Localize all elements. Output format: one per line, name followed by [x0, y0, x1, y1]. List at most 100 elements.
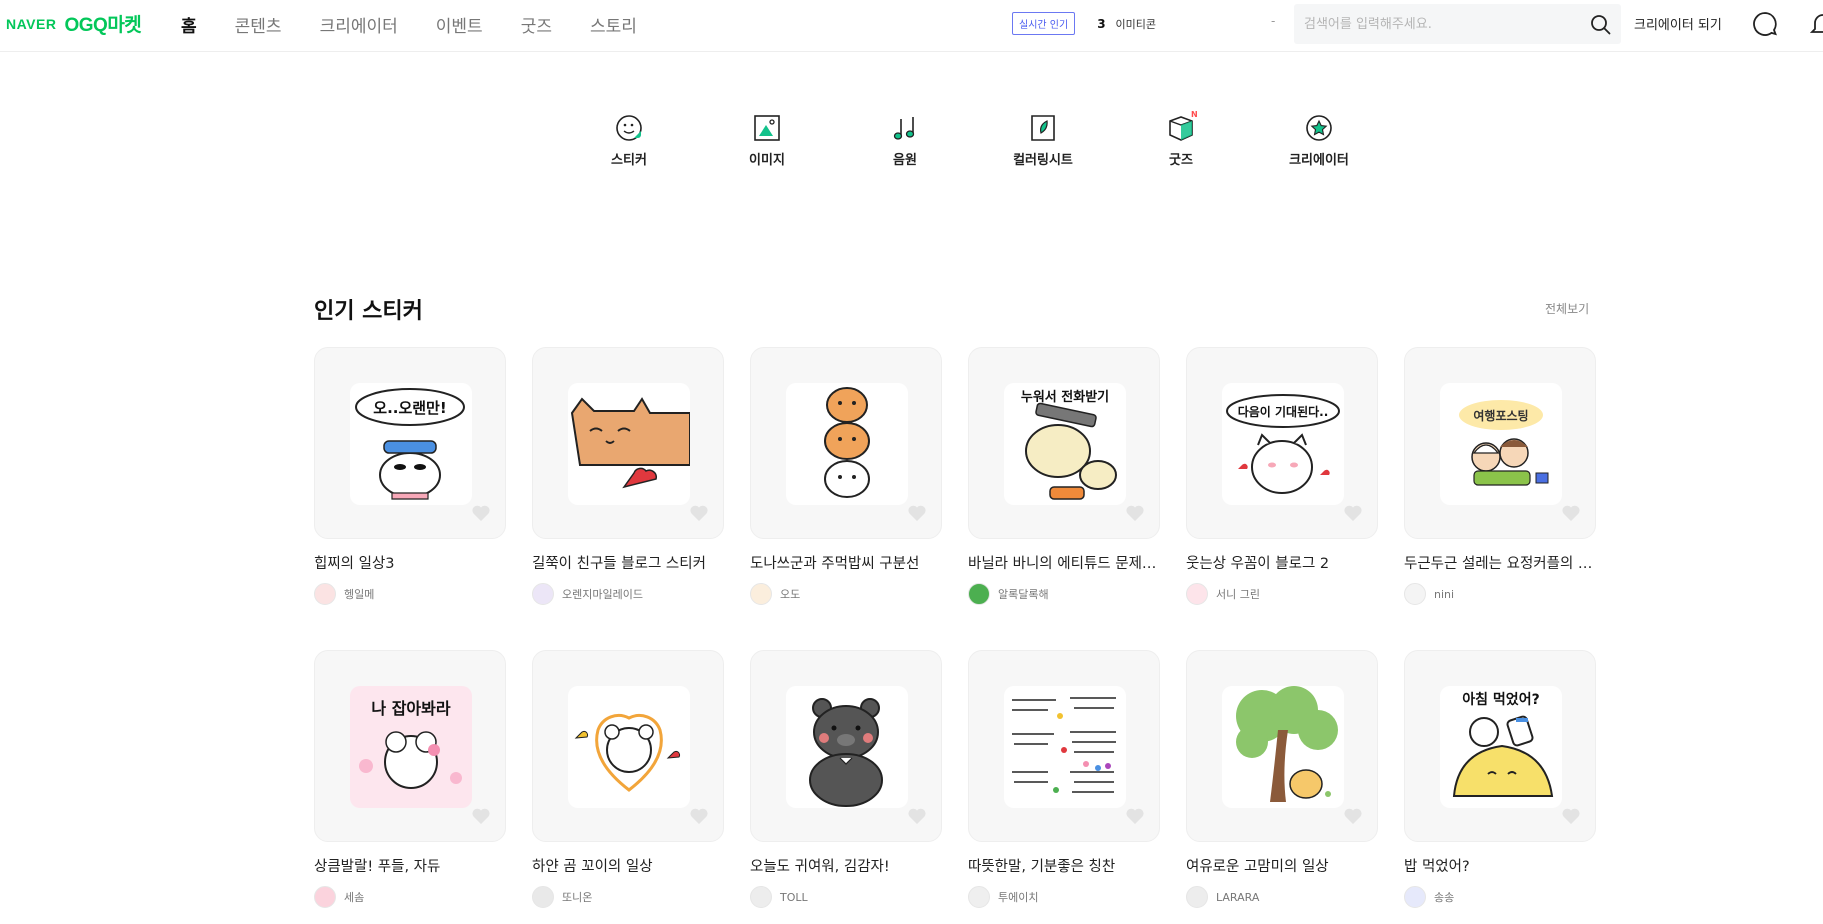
become-creator-link[interactable]: 크리에이터 되기 — [1634, 14, 1722, 33]
sticker-title[interactable]: 길쭉이 친구들 블로그 스티커 — [532, 552, 724, 573]
sticker-thumbnail[interactable] — [532, 347, 724, 539]
heart-icon[interactable] — [471, 504, 491, 526]
bell-icon[interactable] — [1809, 11, 1823, 41]
sticker-card[interactable]: 나 잡아봐라 상큼발랄! 푸들, 자듀 세솜 — [314, 650, 506, 908]
heart-icon[interactable] — [1125, 807, 1145, 829]
avatar — [968, 886, 990, 908]
heart-icon[interactable] — [1561, 807, 1581, 829]
nav-home[interactable]: 홈 — [181, 12, 197, 37]
sticker-author[interactable]: 오렌지마일레이드 — [532, 583, 724, 605]
nav-goods[interactable]: 굿즈 — [521, 12, 552, 37]
realtime-trend[interactable]: 실시간 인기 3 이미티콘 — [1012, 12, 1156, 35]
sticker-author[interactable]: 투에이치 — [968, 886, 1160, 908]
sticker-thumbnail[interactable]: 다음이 기대된다.. — [1186, 347, 1378, 539]
logo-naver: NAVER — [6, 15, 57, 32]
heart-icon[interactable] — [907, 807, 927, 829]
category-label: 음원 — [893, 153, 917, 168]
sticker-thumbnail[interactable] — [750, 650, 942, 842]
sticker-title[interactable]: 밥 먹었어? — [1404, 855, 1596, 876]
sticker-thumbnail[interactable] — [750, 347, 942, 539]
sticker-card[interactable]: 길쭉이 친구들 블로그 스티커 오렌지마일레이드 — [532, 347, 724, 605]
sticker-author[interactable]: 서니 그린 — [1186, 583, 1378, 605]
sticker-thumbnail[interactable]: 나 잡아봐라 — [314, 650, 506, 842]
sticker-title[interactable]: 두근두근 설레는 요정커플의 … — [1404, 552, 1596, 573]
category-creator[interactable]: 크리에이터 — [1250, 113, 1388, 168]
category-menu: 스티커 이미지 음원 컬러링시트 N 굿즈 크리에이터 — [560, 110, 1388, 168]
sticker-image — [568, 686, 690, 808]
author-name: 서니 그린 — [1216, 588, 1260, 601]
sticker-image — [568, 383, 690, 505]
sticker-thumbnail[interactable] — [968, 650, 1160, 842]
sticker-card[interactable]: 도나쓰군과 주먹밥씨 구분선 오도 — [750, 347, 942, 605]
sticker-thumbnail[interactable]: 오..오랜만! — [314, 347, 506, 539]
category-goods[interactable]: N 굿즈 — [1112, 110, 1250, 168]
avatar — [750, 886, 772, 908]
sticker-title[interactable]: 웃는상 우꼼이 블로그 2 — [1186, 552, 1378, 573]
sticker-title[interactable]: 힙찌의 일상3 — [314, 552, 506, 573]
logo[interactable]: NAVER OGQ마켓 — [6, 10, 142, 37]
sticker-thumbnail[interactable] — [1186, 650, 1378, 842]
category-coloring[interactable]: 컬러링시트 — [974, 113, 1112, 168]
heart-icon[interactable] — [1343, 807, 1363, 829]
sticker-title[interactable]: 상큼발랄! 푸들, 자듀 — [314, 855, 506, 876]
nav-creator[interactable]: 크리에이터 — [320, 12, 398, 37]
sticker-thumbnail[interactable]: 아침 먹었어? — [1404, 650, 1596, 842]
sticker-card[interactable]: 여행포스팅 두근두근 설레는 요정커플의 … nini — [1404, 347, 1596, 605]
sticker-image: 오..오랜만! — [350, 383, 472, 505]
heart-icon[interactable] — [907, 504, 927, 526]
sticker-card[interactable]: 다음이 기대된다.. 웃는상 우꼼이 블로그 2 서니 그린 — [1186, 347, 1378, 605]
sticker-image: 여행포스팅 — [1440, 383, 1562, 505]
nav-story[interactable]: 스토리 — [590, 12, 637, 37]
sticker-image — [786, 383, 908, 505]
category-image[interactable]: 이미지 — [698, 113, 836, 168]
sticker-author[interactable]: 세솜 — [314, 886, 506, 908]
search-icon[interactable] — [1590, 14, 1611, 39]
category-sticker[interactable]: 스티커 — [560, 113, 698, 168]
top-header: NAVER OGQ마켓 홈 콘텐츠 크리에이터 이벤트 굿즈 스토리 실시간 인… — [0, 0, 1823, 52]
heart-icon[interactable] — [689, 504, 709, 526]
sticker-card[interactable]: 따뜻한말, 기분좋은 칭찬 투에이치 — [968, 650, 1160, 908]
sticker-thumbnail[interactable]: 여행포스팅 — [1404, 347, 1596, 539]
nav-contents[interactable]: 콘텐츠 — [235, 12, 282, 37]
sticker-author[interactable]: 또니온 — [532, 886, 724, 908]
sticker-card[interactable]: 하얀 곰 꼬이의 일상 또니온 — [532, 650, 724, 908]
nav-event[interactable]: 이벤트 — [436, 12, 483, 37]
trend-keyword[interactable]: 이미티콘 — [1116, 16, 1156, 32]
heart-icon[interactable] — [1125, 504, 1145, 526]
sticker-image — [1222, 686, 1344, 808]
sticker-author[interactable]: 송송 — [1404, 886, 1596, 908]
heart-icon[interactable] — [471, 807, 491, 829]
author-name: 오렌지마일레이드 — [562, 588, 643, 601]
sticker-author[interactable]: 알록달록해 — [968, 583, 1160, 605]
sticker-author[interactable]: TOLL — [750, 886, 942, 908]
see-all-link[interactable]: 전체보기 — [1545, 300, 1589, 317]
category-music[interactable]: 음원 — [836, 113, 974, 168]
heart-icon[interactable] — [1343, 504, 1363, 526]
sticker-title[interactable]: 따뜻한말, 기분좋은 칭찬 — [968, 855, 1160, 876]
heart-icon[interactable] — [1561, 504, 1581, 526]
sticker-title[interactable]: 도나쓰군과 주먹밥씨 구분선 — [750, 552, 942, 573]
sticker-title[interactable]: 바닐라 바니의 에티튜드 문제… — [968, 552, 1160, 573]
sticker-author[interactable]: 헹일메 — [314, 583, 506, 605]
sticker-title[interactable]: 여유로운 고맘미의 일상 — [1186, 855, 1378, 876]
sticker-author[interactable]: 오도 — [750, 583, 942, 605]
new-badge: N — [1191, 110, 1198, 119]
sticker-thumbnail[interactable] — [532, 650, 724, 842]
sticker-author[interactable]: LARARA — [1186, 886, 1378, 908]
sticker-card[interactable]: 오..오랜만! 힙찌의 일상3 헹일메 — [314, 347, 506, 605]
heart-icon[interactable] — [689, 807, 709, 829]
sticker-card[interactable]: 오늘도 귀여워, 김감자! TOLL — [750, 650, 942, 908]
sticker-card[interactable]: 누워서 전화받기 바닐라 바니의 에티튜드 문제… 알록달록해 — [968, 347, 1160, 605]
chat-icon[interactable] — [1752, 11, 1778, 41]
avatar — [314, 583, 336, 605]
search-box — [1294, 4, 1621, 44]
sticker-thumbnail[interactable]: 누워서 전화받기 — [968, 347, 1160, 539]
sticker-card[interactable]: 아침 먹었어? 밥 먹었어? 송송 — [1404, 650, 1596, 908]
search-input[interactable] — [1304, 14, 1574, 34]
avatar — [532, 583, 554, 605]
sticker-author[interactable]: nini — [1404, 583, 1596, 605]
sticker-title[interactable]: 하얀 곰 꼬이의 일상 — [532, 855, 724, 876]
sticker-title[interactable]: 오늘도 귀여워, 김감자! — [750, 855, 942, 876]
sticker-card[interactable]: 여유로운 고맘미의 일상 LARARA — [1186, 650, 1378, 908]
trend-change: - — [1271, 14, 1276, 28]
